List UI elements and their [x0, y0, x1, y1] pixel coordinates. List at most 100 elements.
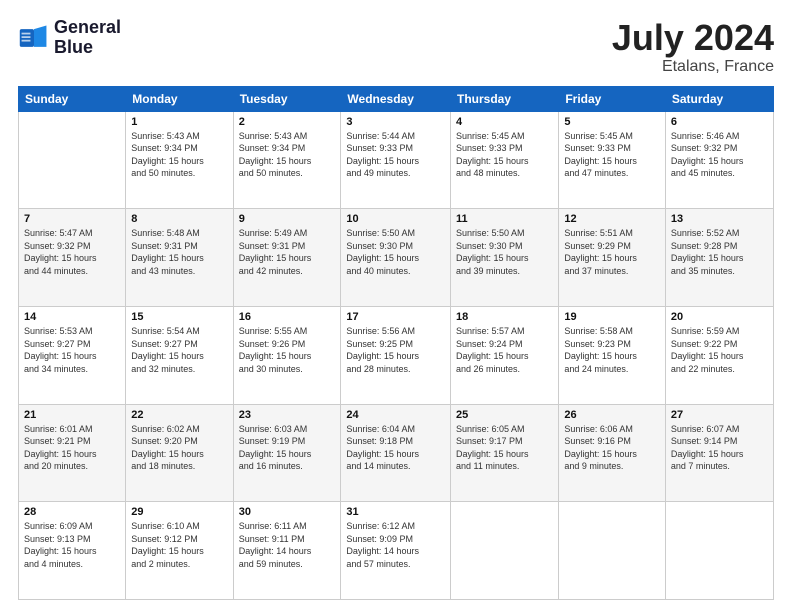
- day-info: Sunrise: 5:43 AM Sunset: 9:34 PM Dayligh…: [131, 130, 227, 180]
- day-cell: 23 Sunrise: 6:03 AM Sunset: 9:19 PM Dayli…: [233, 404, 341, 502]
- day-number: 31: [346, 506, 445, 518]
- day-info: Sunrise: 5:48 AM Sunset: 9:31 PM Dayligh…: [131, 227, 227, 277]
- day-cell: 24 Sunrise: 6:04 AM Sunset: 9:18 PM Dayli…: [341, 404, 451, 502]
- day-number: 29: [131, 506, 227, 518]
- day-cell: 11Sunrise: 5:50 AM Sunset: 9:30 PM Dayli…: [451, 209, 559, 307]
- day-cell: 7 Sunrise: 5:47 AM Sunset: 9:32 PM Daylig…: [19, 209, 126, 307]
- day-info: Sunrise: 5:47 AM Sunset: 9:32 PM Dayligh…: [24, 227, 120, 277]
- day-number: 1: [131, 116, 227, 128]
- day-cell: 15Sunrise: 5:54 AM Sunset: 9:27 PM Dayli…: [126, 306, 233, 404]
- day-number: 7: [24, 213, 120, 225]
- day-number: 28: [24, 506, 120, 518]
- day-info: Sunrise: 5:50 AM Sunset: 9:30 PM Dayligh…: [456, 227, 553, 277]
- day-number: 6: [671, 116, 768, 128]
- day-info: Sunrise: 6:12 AM Sunset: 9:09 PM Dayligh…: [346, 520, 445, 570]
- day-number: 22: [131, 409, 227, 421]
- day-info: Sunrise: 5:44 AM Sunset: 9:33 PM Dayligh…: [346, 130, 445, 180]
- day-info: Sunrise: 5:53 AM Sunset: 9:27 PM Dayligh…: [24, 325, 120, 375]
- logo: General Blue: [18, 18, 121, 58]
- month-title: July 2024: [612, 18, 774, 58]
- day-info: Sunrise: 6:11 AM Sunset: 9:11 PM Dayligh…: [239, 520, 336, 570]
- weekday-header-thursday: Thursday: [451, 86, 559, 111]
- day-cell: 10 Sunrise: 5:50 AM Sunset: 9:30 PM Dayli…: [341, 209, 451, 307]
- day-number: 23: [239, 409, 336, 421]
- week-row-5: 28 Sunrise: 6:09 AM Sunset: 9:13 PM Dayli…: [19, 502, 774, 600]
- day-info: Sunrise: 5:45 AM Sunset: 9:33 PM Dayligh…: [456, 130, 553, 180]
- day-cell: [451, 502, 559, 600]
- day-number: 4: [456, 116, 553, 128]
- logo-text: General Blue: [54, 18, 121, 58]
- day-info: Sunrise: 5:51 AM Sunset: 9:29 PM Dayligh…: [564, 227, 660, 277]
- day-number: 17: [346, 311, 445, 323]
- day-number: 26: [564, 409, 660, 421]
- day-info: Sunrise: 6:05 AM Sunset: 9:17 PM Dayligh…: [456, 423, 553, 473]
- day-cell: 30 Sunrise: 6:11 AM Sunset: 9:11 PM Dayli…: [233, 502, 341, 600]
- day-number: 15: [131, 311, 227, 323]
- weekday-header-tuesday: Tuesday: [233, 86, 341, 111]
- day-number: 18: [456, 311, 553, 323]
- weekday-header-sunday: Sunday: [19, 86, 126, 111]
- weekday-header-monday: Monday: [126, 86, 233, 111]
- location-title: Etalans, France: [612, 58, 774, 76]
- day-number: 12: [564, 213, 660, 225]
- day-cell: 13Sunrise: 5:52 AM Sunset: 9:28 PM Dayli…: [665, 209, 773, 307]
- day-info: Sunrise: 5:58 AM Sunset: 9:23 PM Dayligh…: [564, 325, 660, 375]
- week-row-4: 21Sunrise: 6:01 AM Sunset: 9:21 PM Dayli…: [19, 404, 774, 502]
- week-row-3: 14Sunrise: 5:53 AM Sunset: 9:27 PM Dayli…: [19, 306, 774, 404]
- logo-line1: General: [54, 18, 121, 38]
- week-row-1: 1 Sunrise: 5:43 AM Sunset: 9:34 PM Daylig…: [19, 111, 774, 209]
- day-info: Sunrise: 5:57 AM Sunset: 9:24 PM Dayligh…: [456, 325, 553, 375]
- day-info: Sunrise: 6:01 AM Sunset: 9:21 PM Dayligh…: [24, 423, 120, 473]
- day-cell: 26 Sunrise: 6:06 AM Sunset: 9:16 PM Dayli…: [559, 404, 666, 502]
- day-info: Sunrise: 5:56 AM Sunset: 9:25 PM Dayligh…: [346, 325, 445, 375]
- day-cell: 4 Sunrise: 5:45 AM Sunset: 9:33 PM Daylig…: [451, 111, 559, 209]
- title-block: July 2024 Etalans, France: [612, 18, 774, 76]
- logo-line2: Blue: [54, 38, 121, 58]
- day-number: 8: [131, 213, 227, 225]
- day-cell: 28 Sunrise: 6:09 AM Sunset: 9:13 PM Dayli…: [19, 502, 126, 600]
- day-number: 20: [671, 311, 768, 323]
- day-cell: 5Sunrise: 5:45 AM Sunset: 9:33 PM Daylig…: [559, 111, 666, 209]
- weekday-header-wednesday: Wednesday: [341, 86, 451, 111]
- day-number: 5: [564, 116, 660, 128]
- day-cell: 9 Sunrise: 5:49 AM Sunset: 9:31 PM Daylig…: [233, 209, 341, 307]
- day-info: Sunrise: 6:03 AM Sunset: 9:19 PM Dayligh…: [239, 423, 336, 473]
- day-cell: [559, 502, 666, 600]
- day-cell: 16 Sunrise: 5:55 AM Sunset: 9:26 PM Dayli…: [233, 306, 341, 404]
- page-header: General Blue July 2024 Etalans, France: [18, 18, 774, 76]
- day-number: 16: [239, 311, 336, 323]
- day-number: 24: [346, 409, 445, 421]
- week-row-2: 7 Sunrise: 5:47 AM Sunset: 9:32 PM Daylig…: [19, 209, 774, 307]
- day-info: Sunrise: 6:09 AM Sunset: 9:13 PM Dayligh…: [24, 520, 120, 570]
- day-number: 9: [239, 213, 336, 225]
- day-cell: 20 Sunrise: 5:59 AM Sunset: 9:22 PM Dayli…: [665, 306, 773, 404]
- day-cell: [665, 502, 773, 600]
- day-number: 3: [346, 116, 445, 128]
- day-cell: 18 Sunrise: 5:57 AM Sunset: 9:24 PM Dayli…: [451, 306, 559, 404]
- day-number: 25: [456, 409, 553, 421]
- calendar-table: SundayMondayTuesdayWednesdayThursdayFrid…: [18, 86, 774, 600]
- logo-icon: [18, 22, 50, 54]
- day-info: Sunrise: 6:04 AM Sunset: 9:18 PM Dayligh…: [346, 423, 445, 473]
- day-number: 10: [346, 213, 445, 225]
- day-cell: 8 Sunrise: 5:48 AM Sunset: 9:31 PM Daylig…: [126, 209, 233, 307]
- day-cell: 19Sunrise: 5:58 AM Sunset: 9:23 PM Dayli…: [559, 306, 666, 404]
- day-info: Sunrise: 5:55 AM Sunset: 9:26 PM Dayligh…: [239, 325, 336, 375]
- day-info: Sunrise: 6:07 AM Sunset: 9:14 PM Dayligh…: [671, 423, 768, 473]
- day-cell: 21Sunrise: 6:01 AM Sunset: 9:21 PM Dayli…: [19, 404, 126, 502]
- weekday-header-friday: Friday: [559, 86, 666, 111]
- day-info: Sunrise: 6:02 AM Sunset: 9:20 PM Dayligh…: [131, 423, 227, 473]
- day-info: Sunrise: 5:46 AM Sunset: 9:32 PM Dayligh…: [671, 130, 768, 180]
- day-cell: 6 Sunrise: 5:46 AM Sunset: 9:32 PM Daylig…: [665, 111, 773, 209]
- day-info: Sunrise: 5:49 AM Sunset: 9:31 PM Dayligh…: [239, 227, 336, 277]
- weekday-header-saturday: Saturday: [665, 86, 773, 111]
- day-cell: 29Sunrise: 6:10 AM Sunset: 9:12 PM Dayli…: [126, 502, 233, 600]
- day-info: Sunrise: 5:50 AM Sunset: 9:30 PM Dayligh…: [346, 227, 445, 277]
- day-info: Sunrise: 5:59 AM Sunset: 9:22 PM Dayligh…: [671, 325, 768, 375]
- weekday-header-row: SundayMondayTuesdayWednesdayThursdayFrid…: [19, 86, 774, 111]
- day-number: 30: [239, 506, 336, 518]
- day-info: Sunrise: 5:43 AM Sunset: 9:34 PM Dayligh…: [239, 130, 336, 180]
- day-cell: 12 Sunrise: 5:51 AM Sunset: 9:29 PM Dayli…: [559, 209, 666, 307]
- day-info: Sunrise: 6:06 AM Sunset: 9:16 PM Dayligh…: [564, 423, 660, 473]
- day-cell: 25 Sunrise: 6:05 AM Sunset: 9:17 PM Dayli…: [451, 404, 559, 502]
